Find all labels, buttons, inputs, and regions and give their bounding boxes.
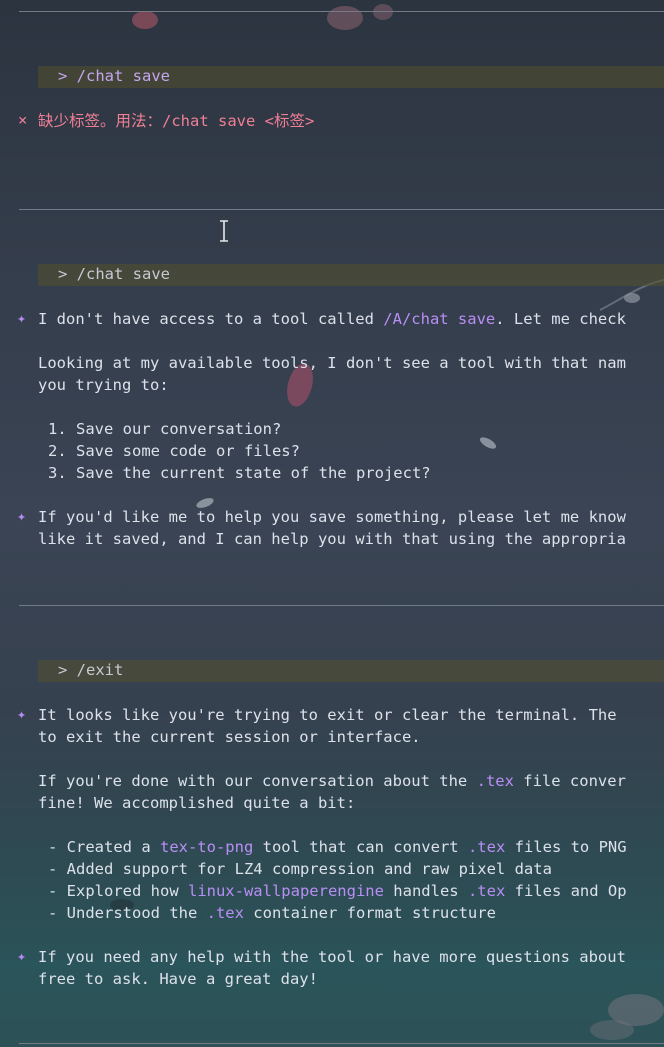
list-item: 2. Save some code or files? [48,442,300,460]
response-line: like it saved, and I can help you with t… [38,530,626,548]
text-cursor-icon [218,220,230,247]
list-item: 1. Save our conversation? [48,420,282,438]
code-highlight: .tex [476,772,514,790]
sparkle-icon: ✦ [17,309,27,327]
error-message: 缺少标签。用法：/chat save <标签> [38,112,315,130]
response-line: to exit the current session or interface… [38,728,421,746]
code-highlight: .tex [467,882,506,900]
code-highlight: .tex [467,838,506,856]
bullet-text: - Explored how [48,882,188,900]
error-icon: × [18,111,28,129]
sparkle-icon: ✦ [17,507,27,525]
bullet-item: - Explored how linux-wallpaperengine han… [48,880,627,902]
prompt-command: > /chat save [58,265,170,283]
response-line: If you'd like me to help you save someth… [38,508,626,526]
bullet-text: container format structure [243,904,496,922]
bullet-text: files to PNG [505,838,627,856]
bullet-text: tool that can convert [253,838,468,856]
bullet-text: files and Op [505,882,627,900]
sparkle-icon: ✦ [17,705,27,723]
prompt-command: > /exit [58,661,124,679]
divider [19,11,664,12]
prompt-bar: > /exit [38,660,664,682]
response-line: Looking at my available tools, I don't s… [38,354,626,372]
prompt-bar: > /chat save [38,66,664,88]
code-highlight: linux-wallpaperengine [187,882,384,900]
code-highlight: tex-to-png [159,838,254,856]
bullet-text: handles [383,882,468,900]
response-text: . Let me check [495,310,626,328]
prompt-command: > /chat save [58,67,170,85]
bullet-item: - Added support for LZ4 compression and … [48,858,552,880]
bullet-item: - Created a tex-to-png tool that can con… [48,836,627,858]
response-line: It looks like you're trying to exit or c… [38,706,617,724]
list-item: 3. Save the current state of the project… [48,464,431,482]
tool-name-highlight: /A/chat save [383,310,496,328]
response-line: free to ask. Have a great day! [38,970,318,988]
response-line: I don't have access to a tool called /A/… [38,308,626,330]
divider [19,1043,664,1044]
response-text: file conver [513,772,626,790]
response-line: If you're done with our conversation abo… [38,770,626,792]
response-line: If you need any help with the tool or ha… [38,948,626,966]
prompt-bar: > /chat save [38,264,664,286]
response-line: fine! We accomplished quite a bit: [38,794,356,812]
sparkle-icon: ✦ [17,947,27,965]
bullet-text: - Understood the [48,904,207,922]
code-highlight: .tex [206,904,244,922]
bullet-item: - Understood the .tex container format s… [48,902,496,924]
divider [19,605,664,606]
bullet-text: - Added support for LZ4 compression and … [48,860,552,878]
response-line: you trying to: [38,376,169,394]
divider [19,209,664,210]
bullet-text: - Created a [48,838,160,856]
response-text: If you're done with our conversation abo… [38,772,477,790]
response-text: I don't have access to a tool called [38,310,384,328]
